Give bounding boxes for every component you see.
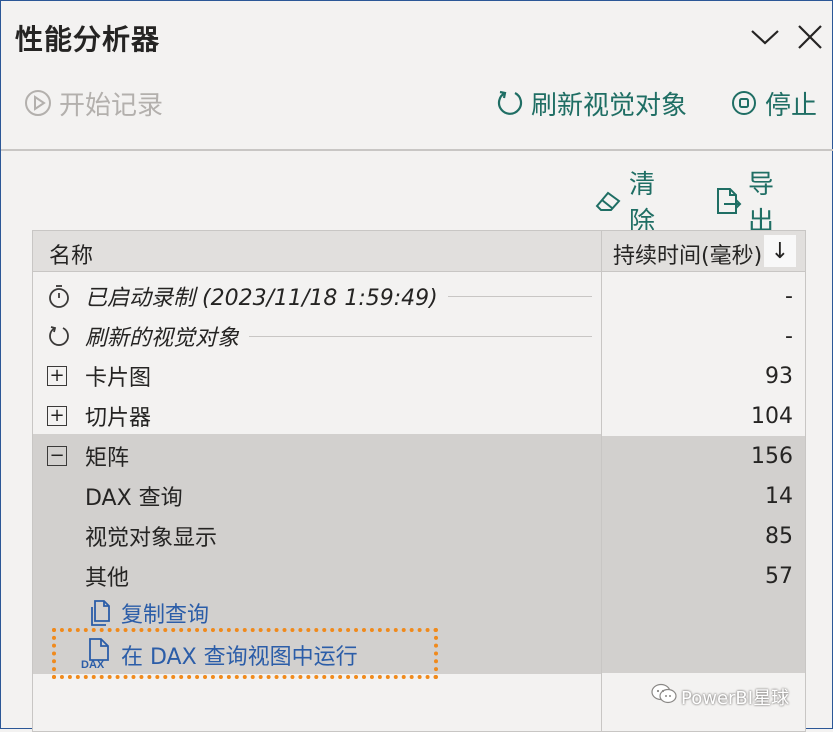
stop-button[interactable]: 停止 bbox=[729, 81, 817, 125]
highlight-annotation-box bbox=[52, 628, 438, 679]
refresh-icon bbox=[47, 324, 71, 348]
clear-label: 清除 bbox=[629, 170, 656, 237]
expand-icon[interactable]: + bbox=[47, 366, 67, 386]
row-label: DAX 查询 bbox=[85, 486, 183, 511]
table-row-matrix[interactable]: − 矩阵 156 bbox=[33, 436, 805, 476]
column-header-duration[interactable]: 持续时间(毫秒) bbox=[613, 238, 763, 270]
toolbar: 开始记录 刷新视觉对象 停止 bbox=[1, 81, 833, 125]
export-label: 导出 bbox=[748, 170, 775, 237]
row-label: 已启动录制 (2023/11/18 1:59:49) bbox=[85, 286, 438, 311]
close-panel-button[interactable] bbox=[794, 21, 826, 53]
toolbar-divider bbox=[1, 149, 833, 151]
table-row-refreshed-visuals[interactable]: 刷新的视觉对象 - bbox=[33, 316, 805, 356]
table-row-dax-query[interactable]: DAX 查询 14 bbox=[33, 476, 805, 516]
column-header-name[interactable]: 名称 bbox=[49, 238, 93, 270]
table-row-other[interactable]: 其他 57 bbox=[33, 556, 805, 596]
collapse-icon[interactable]: − bbox=[47, 446, 67, 466]
performance-analyzer-panel: 性能分析器 开始记录 刷新视觉对象 停止 清除 导出 名称 持续时间(毫秒) ↓… bbox=[0, 0, 833, 732]
wechat-icon bbox=[651, 683, 677, 710]
table-row-visual-display[interactable]: 视觉对象显示 85 bbox=[33, 516, 805, 556]
stop-circle-icon bbox=[729, 88, 759, 118]
collapse-panel-button[interactable] bbox=[749, 21, 781, 53]
stopwatch-icon bbox=[47, 284, 71, 308]
sort-descending-button[interactable]: ↓ bbox=[764, 235, 796, 267]
close-icon bbox=[798, 25, 822, 49]
chevron-down-icon bbox=[751, 30, 779, 45]
clear-button[interactable]: 清除 bbox=[593, 170, 657, 237]
expand-icon[interactable]: + bbox=[47, 406, 67, 426]
refresh-visuals-button[interactable]: 刷新视觉对象 bbox=[495, 81, 687, 125]
event-separator bbox=[249, 335, 592, 337]
start-recording-label: 开始记录 bbox=[59, 90, 164, 121]
copy-document-icon bbox=[89, 599, 115, 627]
table-row-slicer[interactable]: + 切片器 104 bbox=[33, 396, 805, 436]
row-duration: 14 bbox=[765, 483, 793, 509]
panel-title: 性能分析器 bbox=[15, 23, 161, 56]
refresh-visuals-label: 刷新视觉对象 bbox=[531, 90, 688, 121]
row-label: 卡片图 bbox=[85, 366, 152, 391]
row-label: 其他 bbox=[85, 566, 130, 591]
table-header: 名称 持续时间(毫秒) ↓ bbox=[33, 231, 805, 272]
column-divider bbox=[601, 231, 602, 731]
copy-query-link[interactable]: 复制查询 bbox=[89, 595, 209, 631]
row-label: 矩阵 bbox=[85, 446, 130, 471]
row-duration: 104 bbox=[751, 403, 793, 429]
eraser-icon bbox=[593, 185, 623, 217]
table-row-card[interactable]: + 卡片图 93 bbox=[33, 356, 805, 396]
row-duration: 156 bbox=[751, 443, 793, 469]
row-label: 刷新的视觉对象 bbox=[85, 326, 240, 351]
row-duration: 85 bbox=[765, 523, 793, 549]
export-button[interactable]: 导出 bbox=[712, 170, 776, 237]
start-recording-button[interactable]: 开始记录 bbox=[23, 81, 163, 125]
play-circle-icon bbox=[23, 88, 53, 118]
table-row-recording-started[interactable]: 已启动录制 (2023/11/18 1:59:49) - bbox=[33, 276, 805, 316]
row-duration: 57 bbox=[765, 563, 793, 589]
row-duration: - bbox=[785, 323, 793, 349]
row-duration: 93 bbox=[765, 363, 793, 389]
row-duration: - bbox=[785, 283, 793, 309]
watermark: PowerBI星球 bbox=[651, 683, 789, 710]
row-label: 视觉对象显示 bbox=[85, 526, 218, 551]
row-label: 切片器 bbox=[85, 406, 152, 431]
event-separator bbox=[447, 295, 592, 297]
watermark-text: PowerBI星球 bbox=[681, 687, 790, 709]
copy-query-label: 复制查询 bbox=[121, 603, 210, 628]
export-icon bbox=[712, 185, 742, 217]
stop-label: 停止 bbox=[765, 90, 818, 121]
refresh-icon bbox=[495, 88, 525, 118]
